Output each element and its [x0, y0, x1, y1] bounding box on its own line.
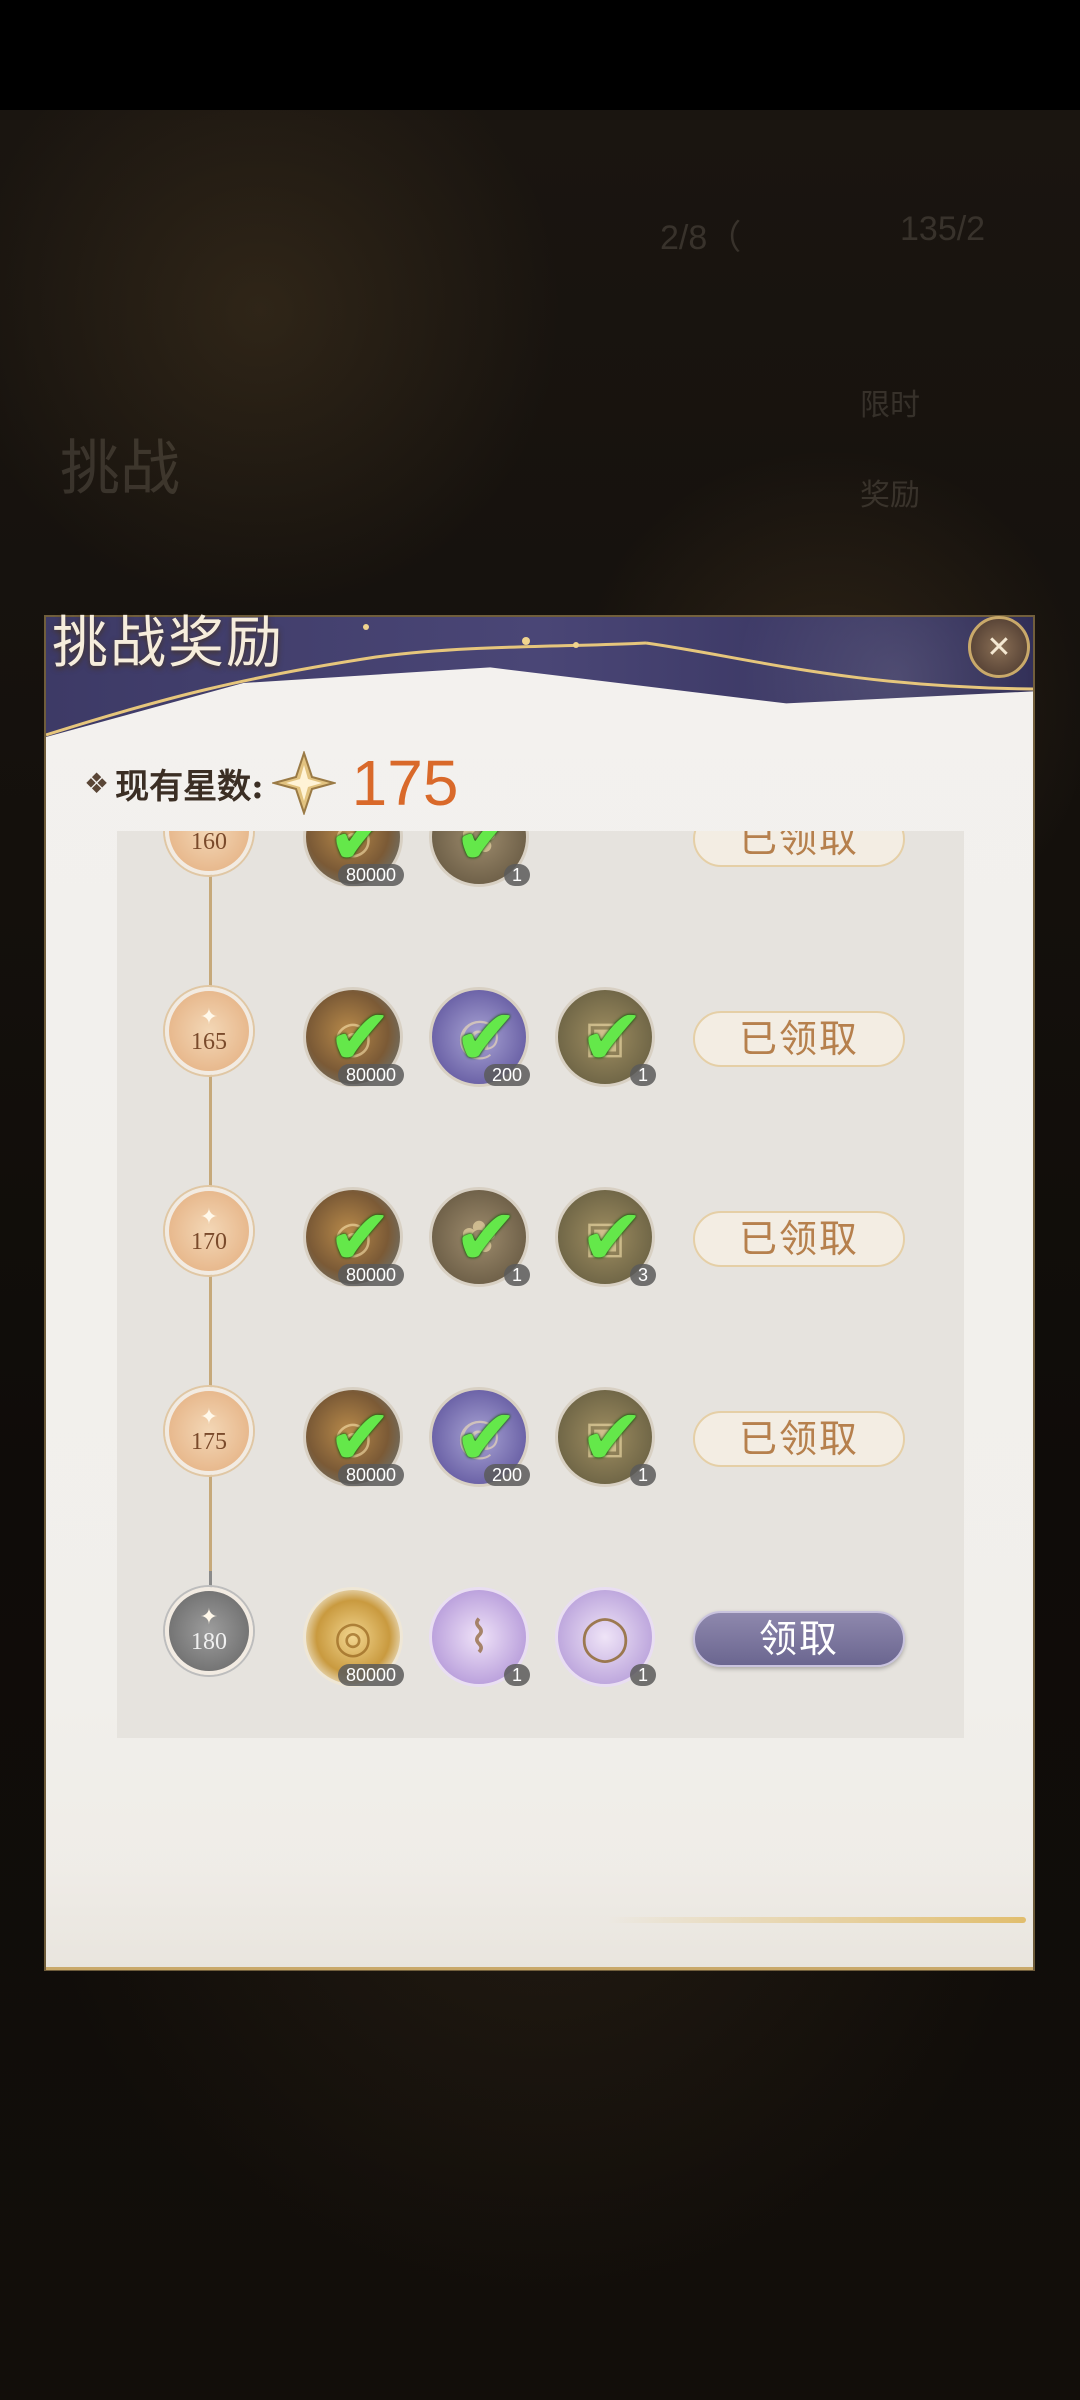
star-spark-icon: ✦: [199, 1405, 219, 1430]
reward-ring[interactable]: ◯ 1: [555, 1587, 656, 1687]
background-text: 2/8（: [660, 219, 742, 257]
background-text: 挑战: [60, 435, 180, 502]
background-text: 限时: [860, 389, 920, 422]
close-button[interactable]: ✕: [968, 616, 1030, 678]
reward-flower-box[interactable]: ✿ ✔ 1: [429, 831, 530, 887]
current-stars: ❖ 现有星数: 175: [84, 747, 459, 819]
background-text: 135/2: [900, 210, 986, 248]
star-node-locked: ✦ 180: [165, 1587, 253, 1675]
star-node: ✦ 170: [165, 1187, 253, 1275]
reward-coin[interactable]: ◎ 80000: [303, 1587, 404, 1687]
stars-value: 175: [351, 747, 459, 819]
star-gem-icon: [271, 751, 336, 815]
reward-coin[interactable]: ◎ ✔ 80000: [303, 987, 404, 1087]
claimed-button[interactable]: 已领取: [693, 1011, 905, 1067]
dialog-bottom-border: [46, 1967, 1033, 1970]
stars-label: 现有星数:: [115, 766, 264, 807]
reward-token[interactable]: ▣ ✔ 1: [555, 987, 656, 1087]
reward-swirl[interactable]: @ ✔ 200: [429, 1387, 530, 1487]
tier-row-175: ✦ 175 ◎ ✔ 80000 @ ✔ 200 ▣ ✔ 1 已领取: [117, 1365, 964, 1495]
claimed-button[interactable]: 已领取: [693, 1411, 905, 1467]
tier-row-180: ✦ 180 ◎ 80000 ⌇ 1 ◯ 1 领取: [117, 1565, 964, 1695]
reward-coin[interactable]: ◎ ✔ 80000: [303, 1387, 404, 1487]
footer-gold-trim: [606, 1917, 1026, 1923]
star-node: ✦ 165: [165, 987, 253, 1075]
reward-dialog: ✦ 160 ◎ ✔ 80000 ✿ ✔ 1 已领取 ✦ 165 ◎: [46, 617, 1033, 1969]
claim-button[interactable]: 领取: [693, 1611, 905, 1667]
status-bar-area: [0, 0, 1080, 110]
star-spark-icon: ✦: [199, 1605, 219, 1630]
tier-row-170: ✦ 170 ◎ ✔ 80000 ✿ ✔ 1 ▣ ✔ 3 已领取: [117, 1165, 964, 1295]
claimed-button[interactable]: 已领取: [693, 831, 905, 867]
background-text: 奖励: [860, 479, 920, 512]
star-node: ✦ 175: [165, 1387, 253, 1475]
tier-list[interactable]: ✦ 160 ◎ ✔ 80000 ✿ ✔ 1 已领取 ✦ 165 ◎: [117, 831, 964, 1738]
reward-scroll[interactable]: ⌇ 1: [429, 1587, 530, 1687]
reward-token[interactable]: ▣ ✔ 1: [555, 1387, 656, 1487]
diamond-bullet-icon: ❖: [84, 766, 110, 800]
reward-coin[interactable]: ◎ ✔ 80000: [303, 1187, 404, 1287]
dialog-title: 挑战奖励: [52, 611, 284, 676]
star-spark-icon: ✦: [199, 1205, 219, 1230]
close-flower-icon: ✕: [986, 629, 1012, 665]
star-spark-icon: ✦: [199, 1005, 219, 1030]
reward-coin[interactable]: ◎ ✔ 80000: [303, 831, 404, 887]
star-node: ✦ 160: [165, 831, 253, 875]
tier-row-160: ✦ 160 ◎ ✔ 80000 ✿ ✔ 1 已领取: [117, 831, 964, 895]
claimed-button[interactable]: 已领取: [693, 1211, 905, 1267]
reward-swirl[interactable]: @ ✔ 200: [429, 987, 530, 1087]
reward-flower-box[interactable]: ✿ ✔ 1: [429, 1187, 530, 1287]
tier-row-165: ✦ 165 ◎ ✔ 80000 @ ✔ 200 ▣ ✔ 1 已领取: [117, 965, 964, 1095]
reward-token[interactable]: ▣ ✔ 3: [555, 1187, 656, 1287]
